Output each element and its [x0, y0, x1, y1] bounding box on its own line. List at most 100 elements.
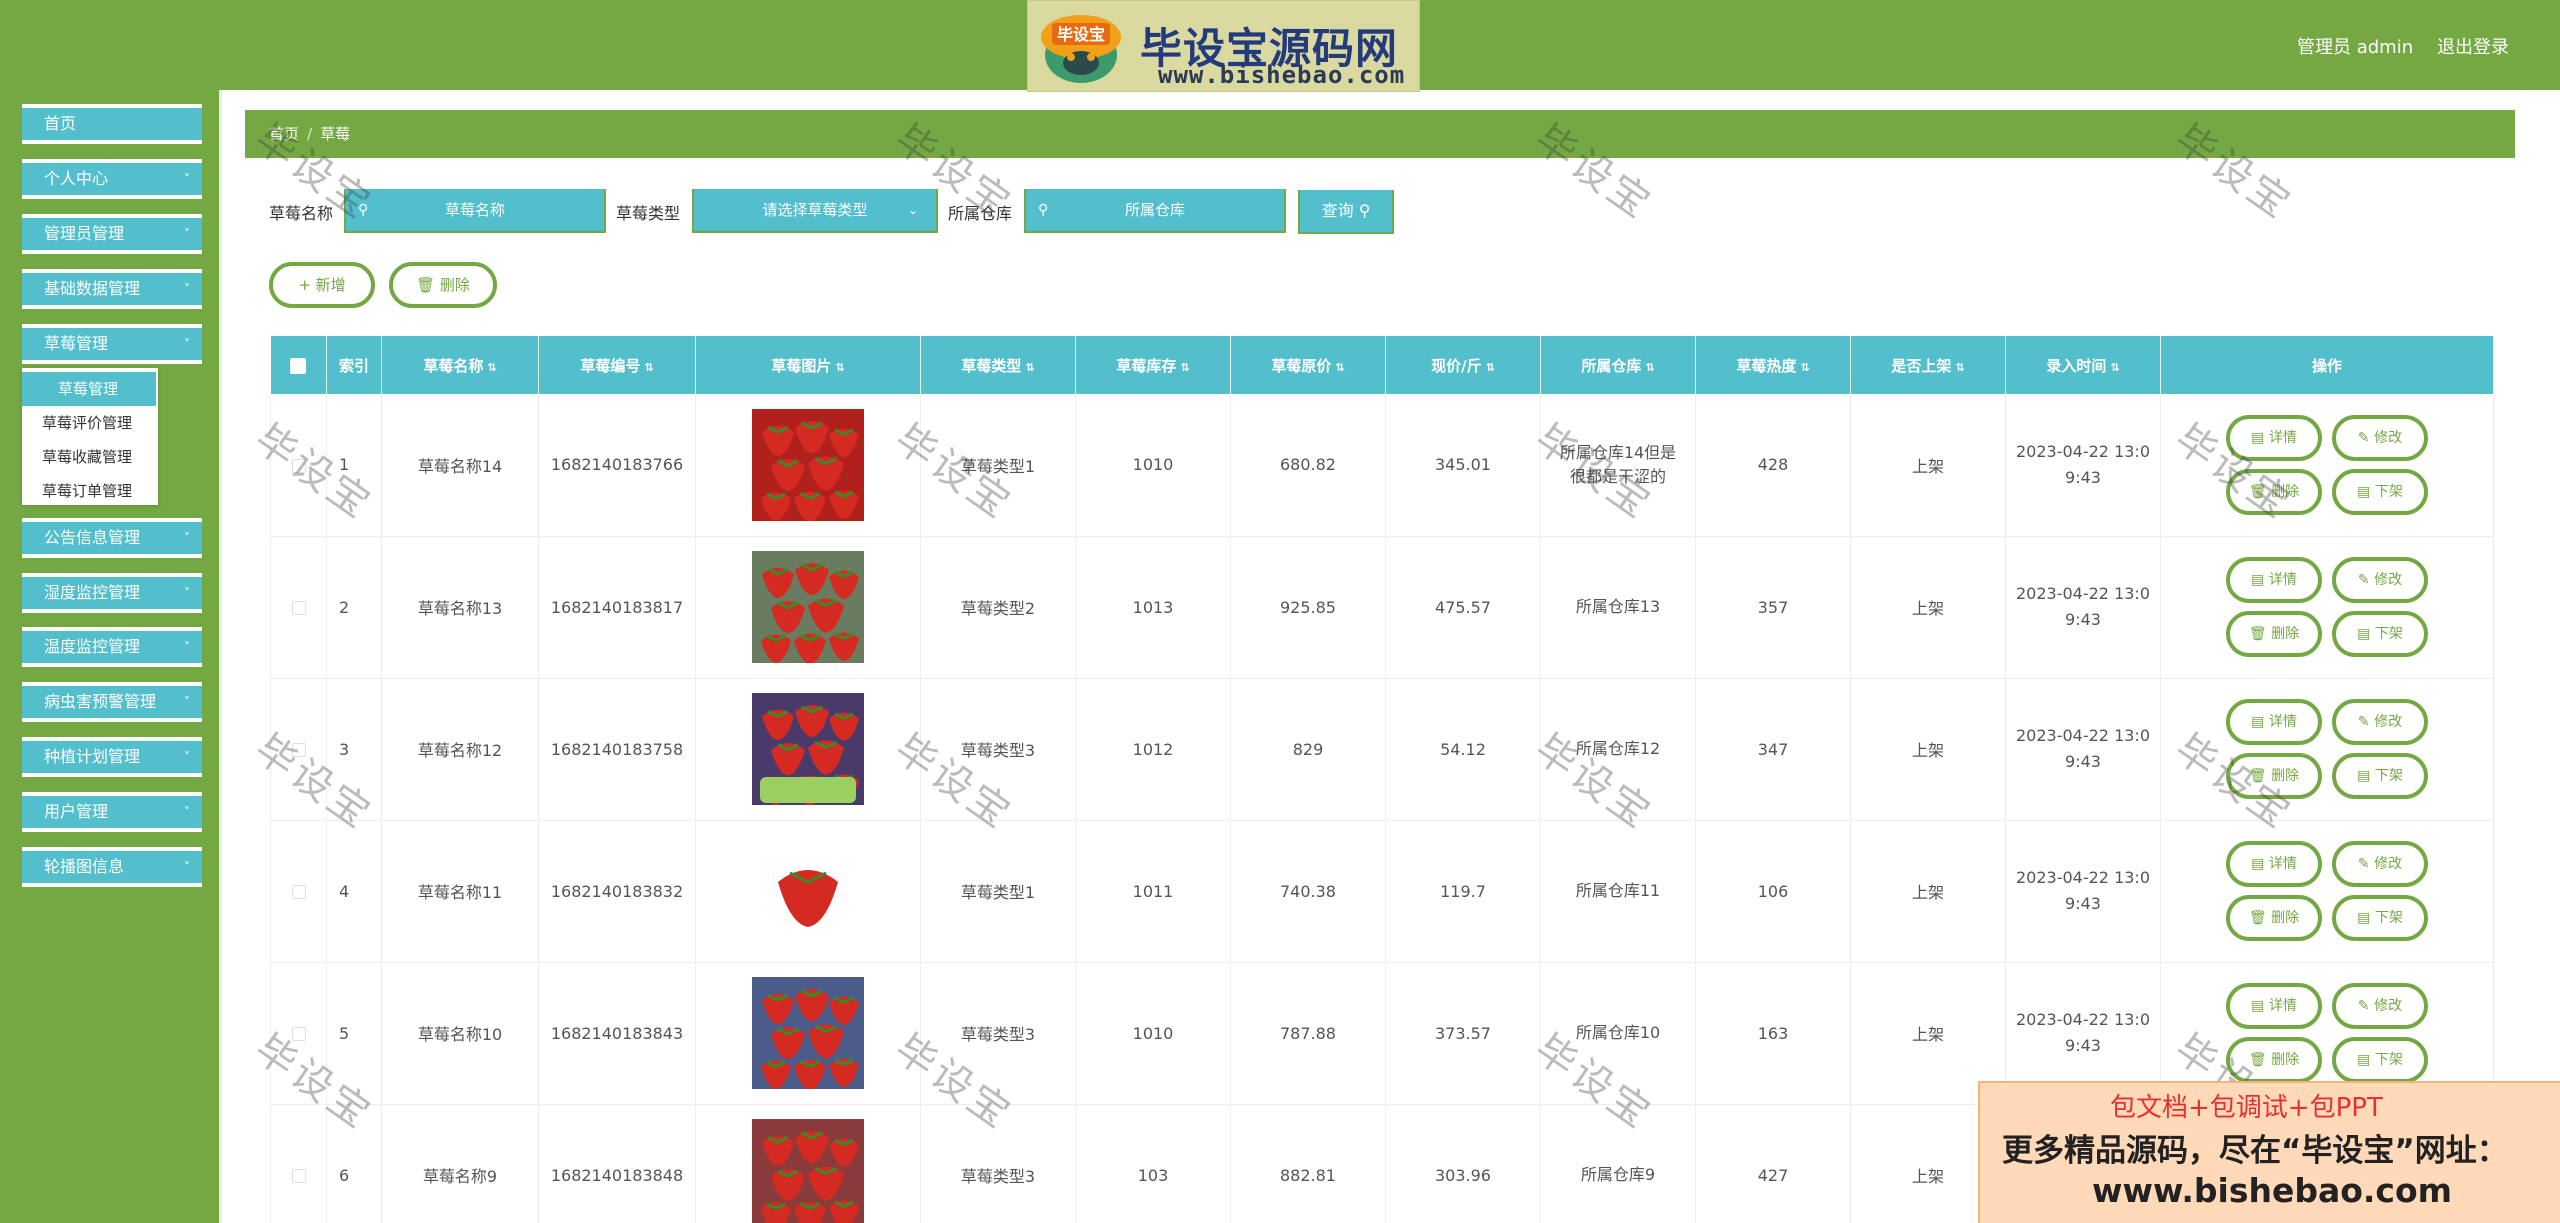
- edit-button[interactable]: ✎ 修改: [2332, 841, 2428, 887]
- submenu-item-strawberry-order[interactable]: 草莓订单管理: [22, 474, 158, 508]
- sidebar-item-pest-warning[interactable]: 病虫害预警管理 ˅: [22, 682, 202, 722]
- name-search-input[interactable]: ⚲ 草莓名称: [344, 189, 606, 233]
- strawberry-image[interactable]: [696, 977, 920, 1089]
- row-select-cell[interactable]: [270, 962, 327, 1105]
- sort-icon[interactable]: ⇅: [2110, 361, 2119, 374]
- add-button[interactable]: + 新增: [269, 262, 375, 308]
- site-logo[interactable]: 毕设宝 毕设宝源码网 www.bishebao.com: [1027, 0, 1420, 92]
- column-header-code[interactable]: 草莓编号 ⇅: [538, 336, 696, 394]
- sidebar-item-planting-plan[interactable]: 种植计划管理 ˅: [22, 737, 202, 777]
- sort-icon[interactable]: ⇅: [1486, 361, 1495, 374]
- sort-icon[interactable]: ⇅: [1800, 361, 1809, 374]
- strawberry-image[interactable]: [696, 693, 920, 805]
- offshelf-button-label: 下架: [2374, 626, 2403, 642]
- type-select-label: 草莓类型: [616, 204, 681, 223]
- detail-button-label: 详情: [2268, 429, 2297, 446]
- sidebar-item-humidity-monitor[interactable]: 湿度监控管理 ˅: [22, 573, 202, 613]
- sort-icon[interactable]: ⇅: [835, 361, 844, 374]
- edit-button[interactable]: ✎ 修改: [2332, 557, 2428, 603]
- strawberry-image[interactable]: [696, 835, 920, 947]
- row-checkbox[interactable]: [291, 601, 306, 615]
- sidebar-item-admin-manage[interactable]: 管理员管理 ˅: [22, 214, 202, 254]
- column-header-label: 草莓编号: [580, 356, 641, 375]
- sidebar-item-user-manage[interactable]: 用户管理 ˅: [22, 792, 202, 832]
- edit-button[interactable]: ✎ 修改: [2332, 414, 2428, 461]
- delete-button[interactable]: 🗑 删除: [2226, 1037, 2322, 1083]
- column-header-image[interactable]: 草莓图片 ⇅: [695, 336, 921, 394]
- detail-button[interactable]: ▤ 详情: [2226, 983, 2322, 1029]
- sidebar-item-carousel-info[interactable]: 轮播图信息 ˅: [22, 847, 202, 887]
- column-header-heat[interactable]: 草莓热度 ⇅: [1695, 336, 1851, 394]
- delete-button[interactable]: 🗑 删除: [2226, 468, 2322, 515]
- sort-icon[interactable]: ⇅: [487, 361, 496, 374]
- column-header-original-price[interactable]: 草莓原价 ⇅: [1230, 336, 1386, 394]
- submenu-item-strawberry-favorite[interactable]: 草莓收藏管理: [22, 440, 158, 474]
- sidebar-item-personal-center[interactable]: 个人中心 ˅: [22, 159, 202, 199]
- sort-icon[interactable]: ⇅: [644, 361, 653, 374]
- warehouse-search-input[interactable]: ⚲ 所属仓库: [1024, 189, 1286, 233]
- original-price-cell: 829: [1230, 678, 1386, 821]
- offshelf-button[interactable]: ▤ 下架: [2332, 753, 2428, 799]
- column-header-price[interactable]: 现价/斤 ⇅: [1385, 336, 1541, 394]
- row-checkbox[interactable]: [291, 1169, 306, 1183]
- edit-button[interactable]: ✎ 修改: [2332, 699, 2428, 745]
- sidebar-item-home[interactable]: 首页: [22, 104, 202, 144]
- row-select-cell[interactable]: [270, 678, 327, 821]
- type-cell: 草莓类型3: [920, 962, 1076, 1105]
- offshelf-button[interactable]: ▤ 下架: [2332, 611, 2428, 657]
- promo-line-2: 更多精品源码，尽在“毕设宝”网址：: [2002, 1133, 2508, 1169]
- detail-button[interactable]: ▤ 详情: [2226, 557, 2322, 603]
- detail-button[interactable]: ▤ 详情: [2226, 841, 2322, 887]
- batch-delete-button[interactable]: 🗑 删除: [389, 262, 497, 308]
- pencil-icon: ✎: [2357, 714, 2370, 730]
- row-select-cell[interactable]: [270, 1104, 327, 1223]
- edit-button[interactable]: ✎ 修改: [2332, 983, 2428, 1029]
- row-checkbox[interactable]: [291, 743, 306, 757]
- row-select-cell[interactable]: [270, 536, 327, 679]
- offshelf-button[interactable]: ▤ 下架: [2332, 468, 2428, 515]
- select-all-cell[interactable]: [270, 336, 327, 394]
- submenu-item-strawberry-review[interactable]: 草莓评价管理: [22, 406, 158, 440]
- sort-icon[interactable]: ⇅: [1025, 361, 1034, 374]
- promo-url: www.bishebao.com: [2092, 1171, 2453, 1210]
- delete-button[interactable]: 🗑 删除: [2226, 611, 2322, 657]
- pencil-icon: ✎: [2357, 429, 2370, 446]
- logout-link[interactable]: 退出登录: [2437, 33, 2509, 59]
- type-select[interactable]: 请选择草莓类型 ⌄: [692, 189, 938, 233]
- sidebar-item-notice-manage[interactable]: 公告信息管理 ˅: [22, 518, 202, 558]
- row-select-cell[interactable]: [270, 394, 327, 537]
- select-all-checkbox[interactable]: [290, 357, 307, 374]
- sort-icon[interactable]: ⇅: [1335, 361, 1344, 374]
- strawberry-image[interactable]: [696, 1119, 920, 1223]
- row-checkbox[interactable]: [291, 885, 306, 899]
- column-header-name[interactable]: 草莓名称 ⇅: [381, 336, 539, 394]
- strawberry-image[interactable]: [696, 408, 920, 521]
- delete-button[interactable]: 🗑 删除: [2226, 753, 2322, 799]
- sort-icon[interactable]: ⇅: [1955, 361, 1964, 374]
- row-checkbox[interactable]: [291, 458, 306, 473]
- sidebar-item-temperature-monitor[interactable]: 温度监控管理 ˅: [22, 627, 202, 667]
- offshelf-button[interactable]: ▤ 下架: [2332, 895, 2428, 941]
- column-header-type[interactable]: 草莓类型 ⇅: [920, 336, 1076, 394]
- document-icon: ▤: [2357, 626, 2371, 642]
- query-button[interactable]: 查询 ⚲: [1298, 190, 1394, 234]
- sidebar-item-strawberry-manage[interactable]: 草莓管理 ˅: [22, 324, 202, 364]
- promo-banner[interactable]: 包文档+包调试+包PPT 更多精品源码，尽在“毕设宝”网址： www.bishe…: [1978, 1081, 2560, 1223]
- sidebar-item-basic-data[interactable]: 基础数据管理 ˅: [22, 269, 202, 309]
- strawberry-image[interactable]: [696, 551, 920, 663]
- row-select-cell[interactable]: [270, 820, 327, 963]
- detail-button[interactable]: ▤ 详情: [2226, 414, 2322, 461]
- column-header-warehouse[interactable]: 所属仓库 ⇅: [1540, 336, 1696, 394]
- breadcrumb-home[interactable]: 首页: [269, 125, 299, 143]
- submenu-item-strawberry-manage[interactable]: 草莓管理: [22, 372, 156, 406]
- detail-button[interactable]: ▤ 详情: [2226, 699, 2322, 745]
- chevron-down-icon: ˅: [184, 695, 190, 709]
- sort-icon[interactable]: ⇅: [1645, 361, 1654, 374]
- offshelf-button[interactable]: ▤ 下架: [2332, 1037, 2428, 1083]
- column-header-entry-time[interactable]: 录入时间 ⇅: [2005, 336, 2161, 394]
- delete-button[interactable]: 🗑 删除: [2226, 895, 2322, 941]
- sort-icon[interactable]: ⇅: [1180, 361, 1189, 374]
- column-header-stock[interactable]: 草莓库存 ⇅: [1075, 336, 1231, 394]
- column-header-on-shelf[interactable]: 是否上架 ⇅: [1850, 336, 2006, 394]
- row-checkbox[interactable]: [291, 1027, 306, 1041]
